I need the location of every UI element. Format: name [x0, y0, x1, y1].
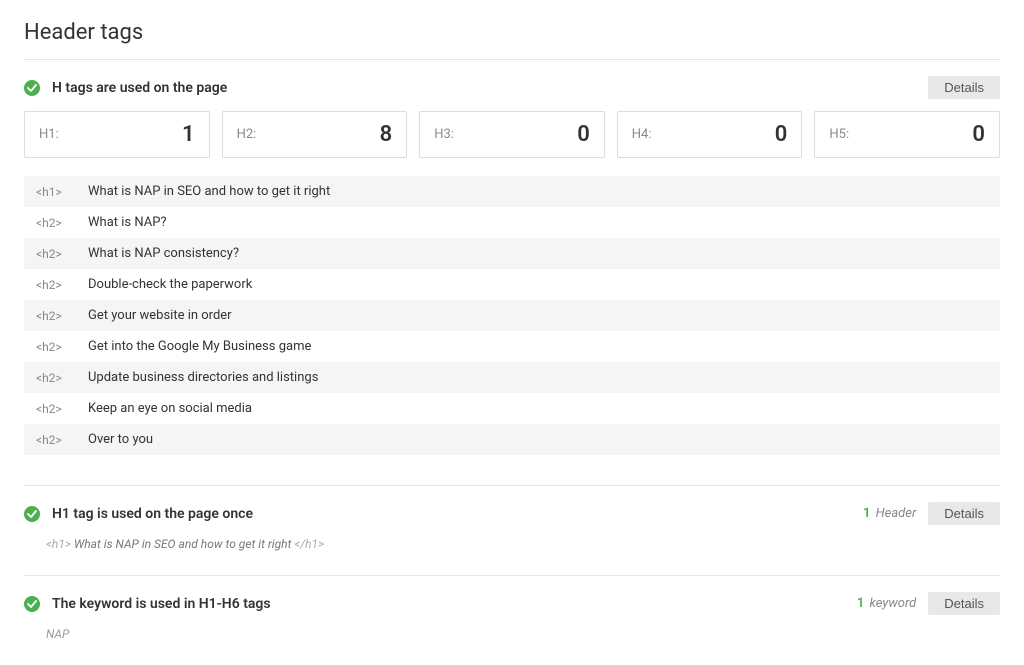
- heading-tag: <h2>: [36, 433, 74, 447]
- section-title: H1 tag is used on the page once: [52, 506, 863, 522]
- stat-value: 8: [380, 122, 393, 147]
- heading-tag: <h2>: [36, 278, 74, 292]
- heading-list: <h1> What is NAP in SEO and how to get i…: [24, 176, 1000, 455]
- section-htags-header: H tags are used on the page Details: [24, 72, 1000, 111]
- stat-label: H4:: [632, 127, 652, 142]
- section-h1-once: H1 tag is used on the page once 1 Header…: [24, 485, 1000, 563]
- heading-row: <h2> What is NAP consistency?: [24, 238, 1000, 269]
- tag-open: <h1>: [46, 537, 71, 551]
- count-badge: 1 keyword: [857, 596, 916, 611]
- heading-row: <h2> Get into the Google My Business gam…: [24, 331, 1000, 362]
- heading-tag: <h1>: [36, 185, 74, 199]
- heading-text: Update business directories and listings: [88, 370, 318, 385]
- stat-value: 0: [972, 122, 985, 147]
- stat-label: H2:: [237, 127, 257, 142]
- heading-row: <h2> What is NAP?: [24, 207, 1000, 238]
- check-icon: [24, 80, 40, 96]
- stat-card-h4: H4: 0: [617, 111, 803, 158]
- section-title: The keyword is used in H1-H6 tags: [52, 596, 857, 612]
- h1-code-preview: <h1> What is NAP in SEO and how to get i…: [24, 533, 1000, 563]
- tag-content: What is NAP in SEO and how to get it rig…: [74, 537, 291, 551]
- count-number: 1: [857, 596, 864, 611]
- stat-label: H1:: [39, 127, 59, 142]
- heading-text: What is NAP?: [88, 215, 167, 230]
- heading-row: <h2> Update business directories and lis…: [24, 362, 1000, 393]
- stat-value: 0: [577, 122, 590, 147]
- heading-text: Keep an eye on social media: [88, 401, 252, 416]
- heading-text: Over to you: [88, 432, 153, 447]
- check-icon: [24, 506, 40, 522]
- keyword-text: NAP: [24, 623, 1000, 645]
- stat-label: H5:: [829, 127, 849, 142]
- stat-card-h1: H1: 1: [24, 111, 210, 158]
- section-title: H tags are used on the page: [52, 80, 928, 96]
- heading-text: What is NAP consistency?: [88, 246, 239, 261]
- stat-value: 1: [182, 122, 195, 147]
- heading-row: <h2> Double-check the paperwork: [24, 269, 1000, 300]
- details-button[interactable]: Details: [928, 592, 1000, 615]
- details-button[interactable]: Details: [928, 502, 1000, 525]
- heading-text: Get your website in order: [88, 308, 232, 323]
- heading-tag: <h2>: [36, 402, 74, 416]
- heading-row: <h1> What is NAP in SEO and how to get i…: [24, 176, 1000, 207]
- stat-card-h5: H5: 0: [814, 111, 1000, 158]
- heading-row: <h2> Over to you: [24, 424, 1000, 455]
- count-number: 1: [863, 506, 870, 521]
- heading-tag: <h2>: [36, 247, 74, 261]
- heading-text: Double-check the paperwork: [88, 277, 252, 292]
- heading-row: <h2> Get your website in order: [24, 300, 1000, 331]
- stat-card-h2: H2: 8: [222, 111, 408, 158]
- stat-value: 0: [775, 122, 788, 147]
- heading-row: <h2> Keep an eye on social media: [24, 393, 1000, 424]
- section-keyword: The keyword is used in H1-H6 tags 1 keyw…: [24, 575, 1000, 645]
- stat-label: H3:: [434, 127, 454, 142]
- count-badge: 1 Header: [863, 506, 916, 521]
- count-label: keyword: [869, 596, 916, 611]
- heading-tag: <h2>: [36, 216, 74, 230]
- tag-close: </h1>: [294, 537, 324, 551]
- stat-card-h3: H3: 0: [419, 111, 605, 158]
- heading-text: Get into the Google My Business game: [88, 339, 311, 354]
- heading-tag: <h2>: [36, 309, 74, 323]
- page-title: Header tags: [24, 20, 1000, 60]
- count-label: Header: [876, 506, 917, 521]
- check-icon: [24, 596, 40, 612]
- heading-text: What is NAP in SEO and how to get it rig…: [88, 184, 330, 199]
- details-button[interactable]: Details: [928, 76, 1000, 99]
- section-h1-once-header: H1 tag is used on the page once 1 Header…: [24, 498, 1000, 533]
- section-keyword-header: The keyword is used in H1-H6 tags 1 keyw…: [24, 588, 1000, 623]
- heading-tag: <h2>: [36, 371, 74, 385]
- heading-tag: <h2>: [36, 340, 74, 354]
- stat-cards: H1: 1 H2: 8 H3: 0 H4: 0 H5: 0: [24, 111, 1000, 158]
